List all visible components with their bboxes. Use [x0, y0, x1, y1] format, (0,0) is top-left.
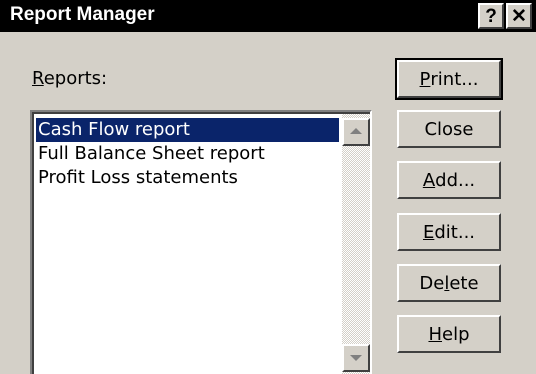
- arrow-down-icon: [350, 355, 362, 361]
- vertical-scrollbar[interactable]: [342, 114, 370, 374]
- close-title-button[interactable]: ✕: [506, 3, 532, 29]
- arrow-up-icon: [350, 128, 362, 134]
- question-mark-icon: ?: [485, 5, 497, 27]
- help-title-button[interactable]: ?: [478, 3, 504, 29]
- add-button[interactable]: Add...: [397, 161, 501, 199]
- delete-button[interactable]: De l ete: [397, 264, 501, 302]
- reports-listbox[interactable]: Cash Flow report Full Balance Sheet repo…: [30, 110, 372, 374]
- title-bar[interactable]: Report Manager ? ✕: [0, 0, 536, 32]
- reports-label: Reports:: [32, 68, 108, 89]
- scroll-up-button[interactable]: [342, 118, 370, 146]
- close-button[interactable]: Close: [397, 110, 501, 148]
- edit-button[interactable]: Edit...: [397, 213, 501, 251]
- list-item[interactable]: Profit Loss statements: [36, 166, 339, 190]
- list-item[interactable]: Full Balance Sheet report: [36, 142, 339, 166]
- help-button[interactable]: Help: [397, 315, 501, 353]
- scroll-down-button[interactable]: [342, 344, 370, 372]
- print-button[interactable]: Print...: [395, 58, 503, 100]
- list-item[interactable]: Cash Flow report: [36, 118, 339, 142]
- close-icon: ✕: [511, 5, 527, 27]
- window-title: Report Manager: [10, 4, 155, 25]
